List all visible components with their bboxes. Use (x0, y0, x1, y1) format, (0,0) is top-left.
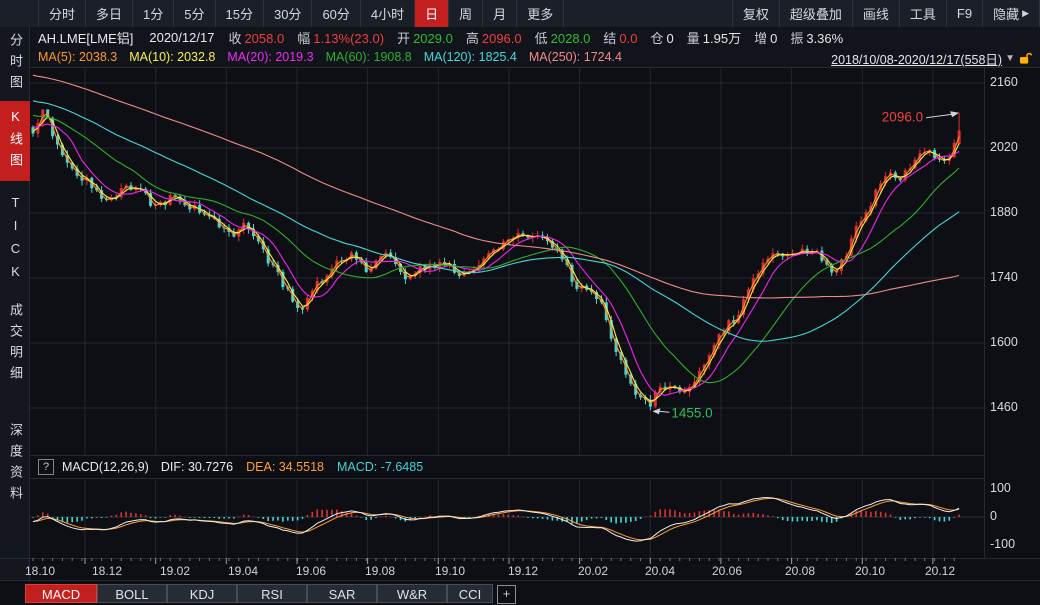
sidebar-item-timeline-chart[interactable]: 分时图 (0, 33, 30, 96)
chart-type-sidebar: 分时图 K线图 TICK 成交明细 深度资料 (0, 27, 30, 580)
chevron-down-icon: ▼ (1005, 53, 1015, 64)
time-axis-label: 19.04 (228, 564, 258, 578)
ma20-value: MA(20): 2019.3 (227, 50, 313, 64)
quote-date: 2020/12/17 (149, 30, 214, 45)
period-tab-1min[interactable]: 1分 (133, 0, 174, 27)
price-axis-label: 1880 (990, 205, 1018, 219)
draw-line-button[interactable]: 画线 (853, 0, 900, 27)
ma-value-bar: MA(5): 2038.3 MA(10): 2032.8 MA(20): 201… (0, 47, 1040, 68)
indicator-tab-kdj[interactable]: KDJ (167, 584, 237, 603)
macd-axis-label: 100 (990, 481, 1011, 495)
macd-dif: DIF: 30.7276 (161, 460, 233, 474)
indicator-tab-sar[interactable]: SAR (307, 584, 377, 603)
price-axis-label: 1740 (990, 270, 1018, 284)
time-axis-label: 20.08 (785, 564, 815, 578)
time-axis-label: 20.04 (645, 564, 675, 578)
sidebar-item-trade-detail[interactable]: 成交明细 (0, 303, 30, 387)
indicator-tab-rsi[interactable]: RSI (237, 584, 307, 603)
price-axis-label: 2020 (990, 140, 1018, 154)
sidebar-item-tick[interactable]: TICK (0, 195, 30, 287)
period-tab-30min[interactable]: 30分 (264, 0, 312, 27)
indicator-tabs: MACD BOLL KDJ RSI SAR W&R CCI + (0, 580, 1040, 605)
time-axis-label: 18.10 (25, 564, 55, 578)
time-axis-label: 20.02 (578, 564, 608, 578)
f9-button[interactable]: F9 (947, 0, 983, 27)
macd-header: ? MACD(12,26,9) DIF: 30.7276 DEA: 34.551… (30, 455, 985, 479)
field-high: 高2096.0 (466, 28, 522, 47)
macd-axis-label: -100 (990, 537, 1015, 551)
toolbar-lead-spacer (0, 0, 39, 27)
period-tab-month[interactable]: 月 (483, 0, 517, 27)
sidebar-item-kline-chart[interactable]: K线图 (0, 101, 30, 181)
period-tab-5min[interactable]: 5分 (174, 0, 215, 27)
macd-dea: DEA: 34.5518 (246, 460, 324, 474)
field-settle: 结0.0 (603, 28, 637, 47)
toolbar: 分时 多日 1分 5分 15分 30分 60分 4小时 日 周 月 更多 复权 … (0, 0, 1040, 28)
hide-button-label: 隐藏 (993, 4, 1019, 23)
toolbar-spacer (564, 0, 732, 27)
adjust-price-button[interactable]: 复权 (732, 0, 780, 27)
macd-axis-label: 0 (990, 509, 997, 523)
price-axis-label: 1460 (990, 400, 1018, 414)
indicator-tab-boll[interactable]: BOLL (97, 584, 167, 603)
time-axis-label: 20.06 (712, 564, 742, 578)
sidebar-item-depth-info[interactable]: 深度资料 (0, 423, 30, 507)
field-close: 收2058.0 (228, 28, 284, 47)
field-oi-change: 增0 (754, 28, 777, 47)
time-axis-label: 19.12 (508, 564, 538, 578)
time-axis-label: 19.02 (160, 564, 190, 578)
price-axis-label: 2160 (990, 75, 1018, 89)
help-icon[interactable]: ? (38, 459, 54, 475)
time-axis-label: 18.12 (92, 564, 122, 578)
high-price-annotation: 2096.0 (882, 110, 923, 125)
date-range-selector[interactable]: 2018/10/08-2020/12/17(558日) ▼ (831, 49, 1032, 68)
macd-value: MACD: -7.6485 (337, 460, 423, 474)
period-tabs: 分时 多日 1分 5分 15分 30分 60分 4小时 日 周 月 更多 (0, 0, 564, 27)
period-tab-15min[interactable]: 15分 (216, 0, 264, 27)
price-axis: 2160 2020 1880 1740 1600 1460 100 0 -100 (985, 68, 1040, 558)
macd-title: MACD(12,26,9) (62, 460, 149, 474)
ma250-value: MA(250): 1724.4 (529, 50, 622, 64)
indicator-tab-cci[interactable]: CCI (447, 584, 493, 603)
price-axis-label: 1600 (990, 335, 1018, 349)
ma60-value: MA(60): 1908.8 (326, 50, 412, 64)
ma10-value: MA(10): 2032.8 (129, 50, 215, 64)
time-axis-label: 19.08 (365, 564, 395, 578)
field-amplitude: 振3.36% (790, 28, 843, 47)
period-tab-more[interactable]: 更多 (517, 0, 564, 27)
symbol-name: AH.LME[LME铝] (38, 28, 133, 47)
field-volume: 量1.95万 (687, 28, 741, 47)
low-price-annotation: 1455.0 (671, 405, 712, 420)
time-axis-label: 19.06 (296, 564, 326, 578)
field-openinterest: 仓0 (651, 28, 674, 47)
indicator-tab-wr[interactable]: W&R (377, 584, 447, 603)
super-overlay-button[interactable]: 超级叠加 (780, 0, 853, 27)
period-tab-4hour[interactable]: 4小时 (361, 0, 415, 27)
unlock-icon[interactable] (1019, 52, 1032, 65)
tools-button[interactable]: 工具 (900, 0, 947, 27)
ma5-value: MA(5): 2038.3 (38, 50, 117, 64)
time-axis-label: 20.10 (855, 564, 885, 578)
add-indicator-button[interactable]: + (497, 585, 516, 604)
quote-info-bar: AH.LME[LME铝] 2020/12/17 收2058.0 幅1.13%(2… (0, 27, 1040, 47)
kline-chart-canvas[interactable]: 1455.0 2096.0 (30, 68, 985, 558)
field-low: 低2028.0 (535, 28, 591, 47)
period-tab-60min[interactable]: 60分 (312, 0, 360, 27)
period-tab-fenshi[interactable]: 分时 (39, 0, 86, 27)
period-tab-daily[interactable]: 日 (415, 0, 449, 27)
tool-buttons: 复权 超级叠加 画线 工具 F9 隐藏 ▶ (732, 0, 1040, 27)
field-open: 开2029.0 (397, 28, 453, 47)
time-axis-label: 19.10 (435, 564, 465, 578)
period-tab-week[interactable]: 周 (449, 0, 483, 27)
field-change: 幅1.13%(23.0) (297, 28, 384, 47)
expand-right-icon: ▶ (1022, 8, 1029, 19)
date-range-label: 2018/10/08-2020/12/17(558日) (831, 49, 1002, 68)
time-axis: 18.10 18.12 19.02 19.04 19.06 19.08 19.10 19.12… (0, 558, 1040, 580)
indicator-tab-macd[interactable]: MACD (25, 584, 97, 603)
ma120-value: MA(120): 1825.4 (424, 50, 517, 64)
hide-button[interactable]: 隐藏 ▶ (983, 0, 1040, 27)
time-axis-label: 20.12 (925, 564, 955, 578)
period-tab-duori[interactable]: 多日 (86, 0, 133, 27)
